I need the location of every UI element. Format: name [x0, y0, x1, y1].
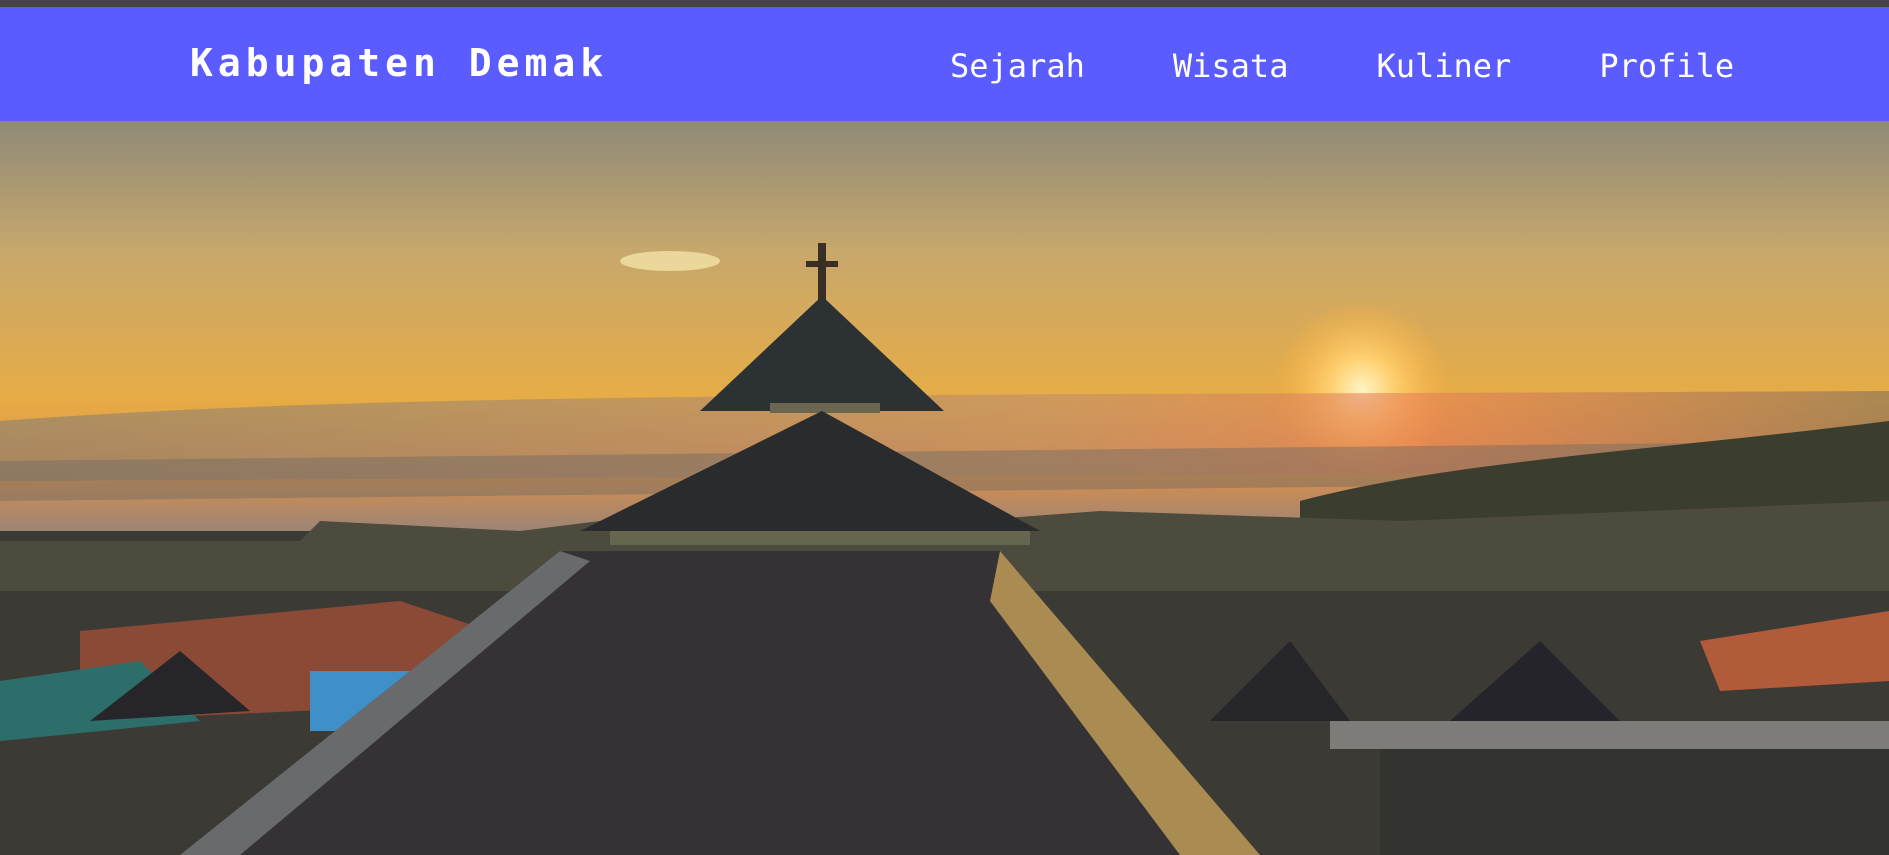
nav-link-profile[interactable]: Profile: [1599, 47, 1734, 85]
mosque-trim-middle: [610, 531, 1030, 545]
navbar: Kabupaten Demak Sejarah Wisata Kuliner P…: [0, 7, 1889, 121]
flat-roof: [1330, 721, 1889, 749]
nav-menu: Sejarah Wisata Kuliner Profile: [950, 47, 1734, 85]
top-strip: [0, 0, 1889, 7]
mosque-trim-top: [770, 403, 880, 413]
finial-cross: [806, 261, 838, 267]
nav-link-kuliner[interactable]: Kuliner: [1376, 47, 1511, 85]
mosque-finial: [818, 243, 826, 303]
hero-image: [0, 121, 1889, 855]
nav-link-wisata[interactable]: Wisata: [1173, 47, 1289, 85]
hero-illustration: [0, 121, 1889, 855]
site-brand[interactable]: Kabupaten Demak: [190, 41, 608, 85]
cloud: [620, 251, 720, 271]
nav-link-sejarah[interactable]: Sejarah: [950, 47, 1085, 85]
buildings-right: [1380, 749, 1889, 855]
